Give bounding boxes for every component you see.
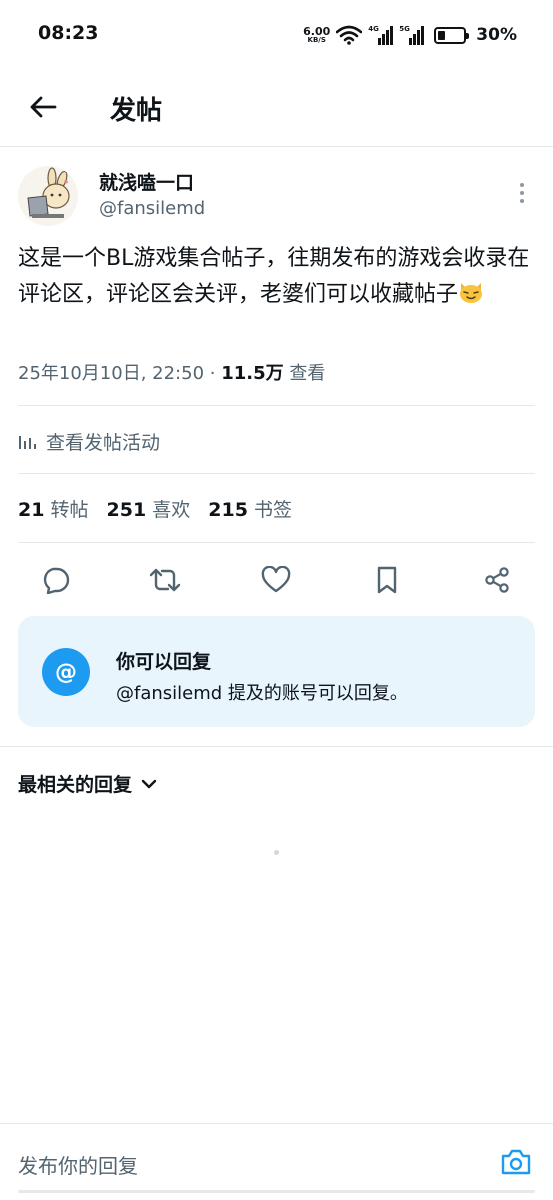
like-button[interactable] bbox=[254, 558, 298, 602]
bookmarks-count: 215 bbox=[208, 499, 248, 521]
post-body: 这是一个BL游戏集合帖子，往期发布的游戏会收录在评论区，评论区会关评，老婆们可以… bbox=[18, 241, 538, 313]
post-views-count: 11.5万 bbox=[221, 363, 284, 384]
repost-button[interactable] bbox=[143, 558, 187, 602]
signal-5g-icon: 5G bbox=[399, 25, 425, 45]
likes-stat[interactable]: 251 喜欢 bbox=[107, 495, 191, 522]
top-app-bar: 发帖 bbox=[0, 70, 553, 147]
signal-4g-tag: 4G bbox=[368, 25, 379, 33]
status-icons: 6.00 KB/S 4G 5G 30% bbox=[303, 22, 517, 48]
loading-indicator bbox=[274, 850, 279, 855]
chevron-down-icon bbox=[141, 779, 157, 788]
divider bbox=[18, 542, 535, 543]
more-options-button[interactable] bbox=[509, 178, 535, 208]
reply-notice-title: 你可以回复 bbox=[116, 651, 212, 673]
signal-5g-tag: 5G bbox=[399, 25, 410, 33]
divider bbox=[0, 746, 553, 747]
mention-at-icon: @ bbox=[42, 648, 90, 696]
share-icon bbox=[485, 567, 509, 593]
divider bbox=[18, 473, 535, 474]
gesture-bar bbox=[18, 1190, 535, 1193]
network-speed-unit: KB/S bbox=[307, 36, 326, 44]
reply-input[interactable]: 发布你的回复 bbox=[18, 1150, 138, 1179]
post-action-bar bbox=[0, 558, 553, 602]
author-handle[interactable]: @fansilemd bbox=[99, 198, 205, 219]
author-name[interactable]: 就浅嗑一口 bbox=[99, 168, 194, 195]
reposts-count: 21 bbox=[18, 499, 45, 521]
status-bar: 08:23 6.00 KB/S 4G 5G 30% bbox=[0, 0, 553, 70]
status-time: 08:23 bbox=[38, 22, 99, 44]
reply-notice-description: @fansilemd 提及的账号可以回复。 bbox=[116, 683, 408, 704]
reply-sort-label: 最相关的回复 bbox=[18, 774, 133, 796]
wifi-icon bbox=[336, 25, 363, 45]
share-button[interactable] bbox=[475, 558, 519, 602]
avatar[interactable] bbox=[18, 166, 78, 226]
back-button[interactable] bbox=[22, 86, 64, 128]
more-dot bbox=[520, 191, 524, 195]
rabbit-laptop-avatar-icon bbox=[18, 166, 78, 226]
repost-icon bbox=[149, 568, 181, 592]
reposts-stat[interactable]: 21 转帖 bbox=[18, 495, 89, 522]
reply-icon bbox=[43, 567, 70, 594]
reposts-label: 转帖 bbox=[50, 499, 89, 521]
arrow-left-icon bbox=[30, 96, 57, 118]
bookmarks-label: 书签 bbox=[253, 499, 292, 521]
cat-face-emoji-icon bbox=[460, 283, 483, 303]
bookmarks-stat[interactable]: 215 书签 bbox=[208, 495, 292, 522]
analytics-icon bbox=[19, 436, 36, 449]
post-views-label: 查看 bbox=[283, 363, 326, 384]
more-dot bbox=[520, 199, 524, 203]
like-icon bbox=[261, 566, 291, 593]
bookmark-icon bbox=[377, 566, 397, 594]
camera-icon bbox=[501, 1149, 531, 1175]
post-activity-label: 查看发帖活动 bbox=[46, 431, 161, 454]
post-text: 这是一个BL游戏集合帖子，往期发布的游戏会收录在评论区，评论区会关评，老婆们可以… bbox=[18, 246, 530, 307]
divider bbox=[18, 405, 535, 406]
post-activity-link[interactable]: 查看发帖活动 bbox=[18, 424, 160, 458]
signal-4g-icon: 4G bbox=[368, 25, 394, 45]
more-dot bbox=[520, 183, 524, 187]
battery-fill bbox=[438, 30, 446, 40]
engagement-stats: 21 转帖 251 喜欢 215 书签 bbox=[18, 495, 292, 522]
reply-button[interactable] bbox=[33, 558, 77, 602]
camera-button[interactable] bbox=[496, 1144, 536, 1180]
network-speed: 6.00 KB/S bbox=[303, 26, 330, 44]
likes-count: 251 bbox=[106, 499, 147, 521]
reply-compose-bar: 发布你的回复 bbox=[0, 1123, 553, 1200]
battery-percent: 30% bbox=[476, 25, 517, 45]
post-meta: 25年10月10日, 22:50 · 11.5万 查看 bbox=[18, 359, 325, 385]
battery-icon bbox=[434, 26, 470, 44]
reply-permission-notice: @ 你可以回复 @fansilemd 提及的账号可以回复。 bbox=[18, 616, 535, 727]
bookmark-button[interactable] bbox=[365, 558, 409, 602]
likes-label: 喜欢 bbox=[152, 499, 191, 521]
reply-sort-dropdown[interactable]: 最相关的回复 bbox=[18, 770, 158, 797]
post-datetime: 25年10月10日, 22:50 · bbox=[18, 363, 222, 384]
page-title: 发帖 bbox=[110, 96, 163, 126]
